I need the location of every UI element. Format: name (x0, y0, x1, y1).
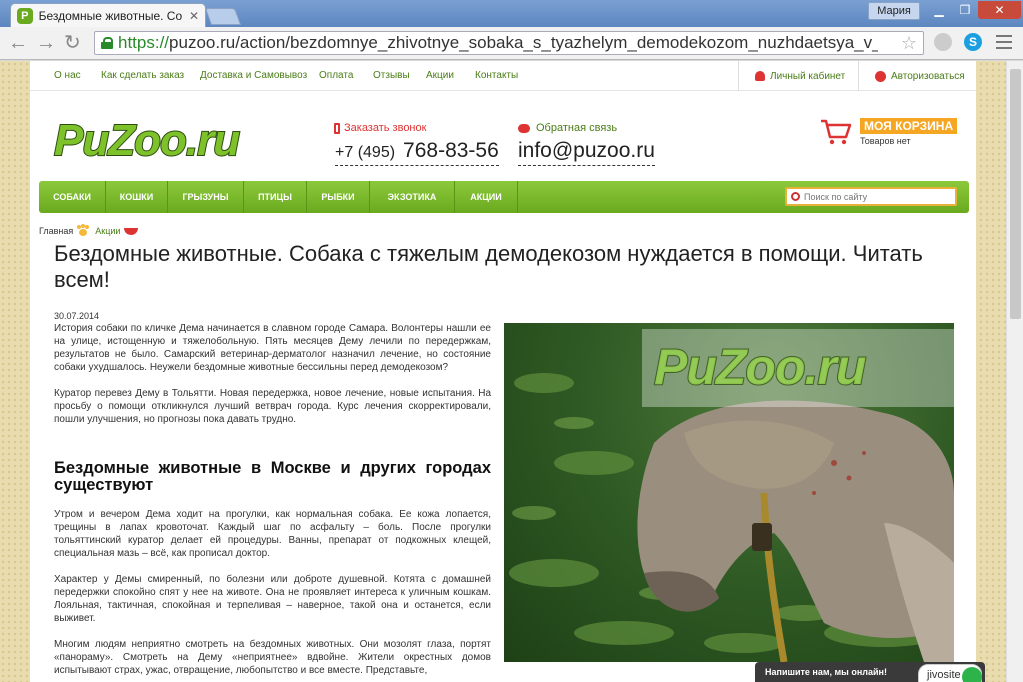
category-promotions[interactable]: АКЦИИ (455, 181, 518, 213)
back-arrow-icon[interactable]: ← (8, 32, 28, 54)
watermark-text: PuZoo.ru (653, 338, 867, 396)
profile-button[interactable]: Мария (868, 2, 920, 20)
article-paragraph: Куратор перевез Дему в Тольятти. Новая п… (54, 388, 491, 425)
minimize-icon[interactable]: ▁ (926, 1, 952, 19)
category-rodents[interactable]: ГРЫЗУНЫ (168, 181, 244, 213)
page-scrollbar[interactable] (1006, 61, 1023, 682)
category-birds[interactable]: ПТИЦЫ (244, 181, 307, 213)
paw-icon (77, 225, 91, 237)
site-search (785, 187, 957, 206)
article-paragraph: Многим людям неприятно смотреть на бездо… (54, 639, 491, 676)
page-viewport: О нас Как сделать заказ Доставка и Самов… (0, 61, 1023, 682)
topnav-contacts[interactable]: Контакты (475, 70, 518, 81)
topnav-payment[interactable]: Оплата (319, 70, 353, 81)
article-subheading: Бездомные животные в Москве и других гор… (54, 459, 491, 494)
breadcrumb-current[interactable]: Акции (95, 226, 120, 236)
article-paragraph: История собаки по кличке Дема начинается… (54, 323, 491, 373)
maximize-icon[interactable]: ❐ (952, 1, 978, 19)
topnav-reviews[interactable]: Отзывы (373, 70, 410, 81)
reload-icon[interactable]: ↻ (64, 32, 81, 54)
article-body: История собаки по кличке Дема начинается… (54, 322, 491, 682)
url-path: puzoo.ru/action/bezdomnye_zhivotnye_soba… (169, 33, 878, 52)
phone-digits: 768-83-56 (403, 139, 499, 162)
watermark: PuZoo.ru (642, 329, 954, 407)
phone-code: +7 (495) (335, 144, 396, 161)
cabinet-label: Личный кабинет (770, 70, 846, 82)
article-photo[interactable]: PuZoo.ru (504, 323, 954, 662)
topnav-promotions[interactable]: Акции (426, 70, 454, 81)
url-text[interactable]: https://puzoo.ru/action/bezdomnye_zhivot… (118, 33, 878, 53)
scroll-thumb[interactable] (1010, 69, 1021, 319)
feedback-link[interactable]: Обратная связь (518, 122, 617, 134)
phone-icon (334, 122, 340, 134)
tab-title: Бездомные животные. Со (38, 8, 183, 23)
browser-menu-icon[interactable] (996, 35, 1012, 49)
chat-status-icon (962, 667, 982, 682)
person-icon (755, 71, 765, 81)
search-input[interactable] (804, 191, 954, 202)
article-paragraph: Утром и вечером Дема ходит на прогулки, … (54, 509, 491, 559)
close-window-icon[interactable]: ✕ (978, 1, 1021, 19)
tab-close-icon[interactable]: ✕ (189, 9, 199, 23)
forward-arrow-icon[interactable]: → (36, 32, 56, 54)
email-link[interactable]: info@puzoo.ru (518, 139, 655, 166)
category-dogs[interactable]: СОБАКИ (39, 181, 106, 213)
category-exotic[interactable]: ЭКЗОТИКА (370, 181, 455, 213)
feedback-label: Обратная связь (536, 122, 618, 134)
pet-bowl-icon (124, 227, 139, 235)
puzoo-favicon-icon: P (17, 7, 33, 24)
shopping-cart-icon (821, 119, 852, 145)
logo-text: PuZoo.ru (53, 115, 241, 166)
browser-toolbar: ← → ↻ https://puzoo.ru/action/bezdomnye_… (0, 27, 1023, 60)
site-logo[interactable]: PuZoo.ru (53, 115, 256, 167)
topnav-delivery[interactable]: Доставка и Самовывоз (200, 70, 307, 81)
topnav-about[interactable]: О нас (54, 70, 81, 81)
login-icon (875, 70, 886, 82)
cart-title: МОЯ КОРЗИНА (860, 118, 958, 134)
breadcrumb-home[interactable]: Главная (39, 226, 73, 236)
topnav-how-to-order[interactable]: Как сделать заказ (101, 70, 184, 81)
callback-link[interactable]: Заказать звонок (334, 122, 426, 134)
category-fish[interactable]: РЫБКИ (307, 181, 370, 213)
new-tab-button[interactable] (204, 8, 242, 25)
browser-tab[interactable]: P Бездомные животные. Со ✕ (10, 3, 206, 27)
top-navigation: О нас Как сделать заказ Доставка и Самов… (30, 61, 976, 91)
url-scheme: https:// (118, 33, 170, 52)
category-navigation: СОБАКИ КОШКИ ГРЫЗУНЫ ПТИЦЫ РЫБКИ ЭКЗОТИК… (39, 181, 969, 213)
login-label: Авторизоваться (891, 70, 965, 82)
category-cats[interactable]: КОШКИ (106, 181, 168, 213)
chat-bubble-icon (518, 123, 530, 133)
page-title: Бездомные животные. Собака с тяжелым дем… (54, 241, 923, 292)
lock-icon (101, 37, 113, 49)
skype-extension-icon[interactable]: S (964, 33, 982, 51)
login-link[interactable]: Авторизоваться (858, 61, 976, 91)
address-bar[interactable]: https://puzoo.ru/action/bezdomnye_zhivot… (94, 31, 924, 55)
callback-label: Заказать звонок (344, 122, 427, 134)
breadcrumb: Главная Акции (39, 225, 139, 237)
extension-icon[interactable] (934, 33, 952, 51)
browser-titlebar: P Бездомные животные. Со ✕ Мария ▁ ❐ ✕ (0, 0, 1023, 27)
article-paragraph: Характер у Демы смиренный, по болезни ил… (54, 574, 491, 624)
article-date: 30.07.2014 (54, 311, 100, 321)
site-container: О нас Как сделать заказ Доставка и Самов… (30, 61, 976, 682)
account-cabinet-link[interactable]: Личный кабинет (738, 61, 856, 91)
cart-status: Товаров нет (860, 136, 911, 146)
bookmark-star-icon[interactable]: ☆ (901, 33, 917, 54)
search-icon (791, 192, 800, 201)
phone-number[interactable]: +7 (495) 768-83-56 (335, 139, 499, 166)
